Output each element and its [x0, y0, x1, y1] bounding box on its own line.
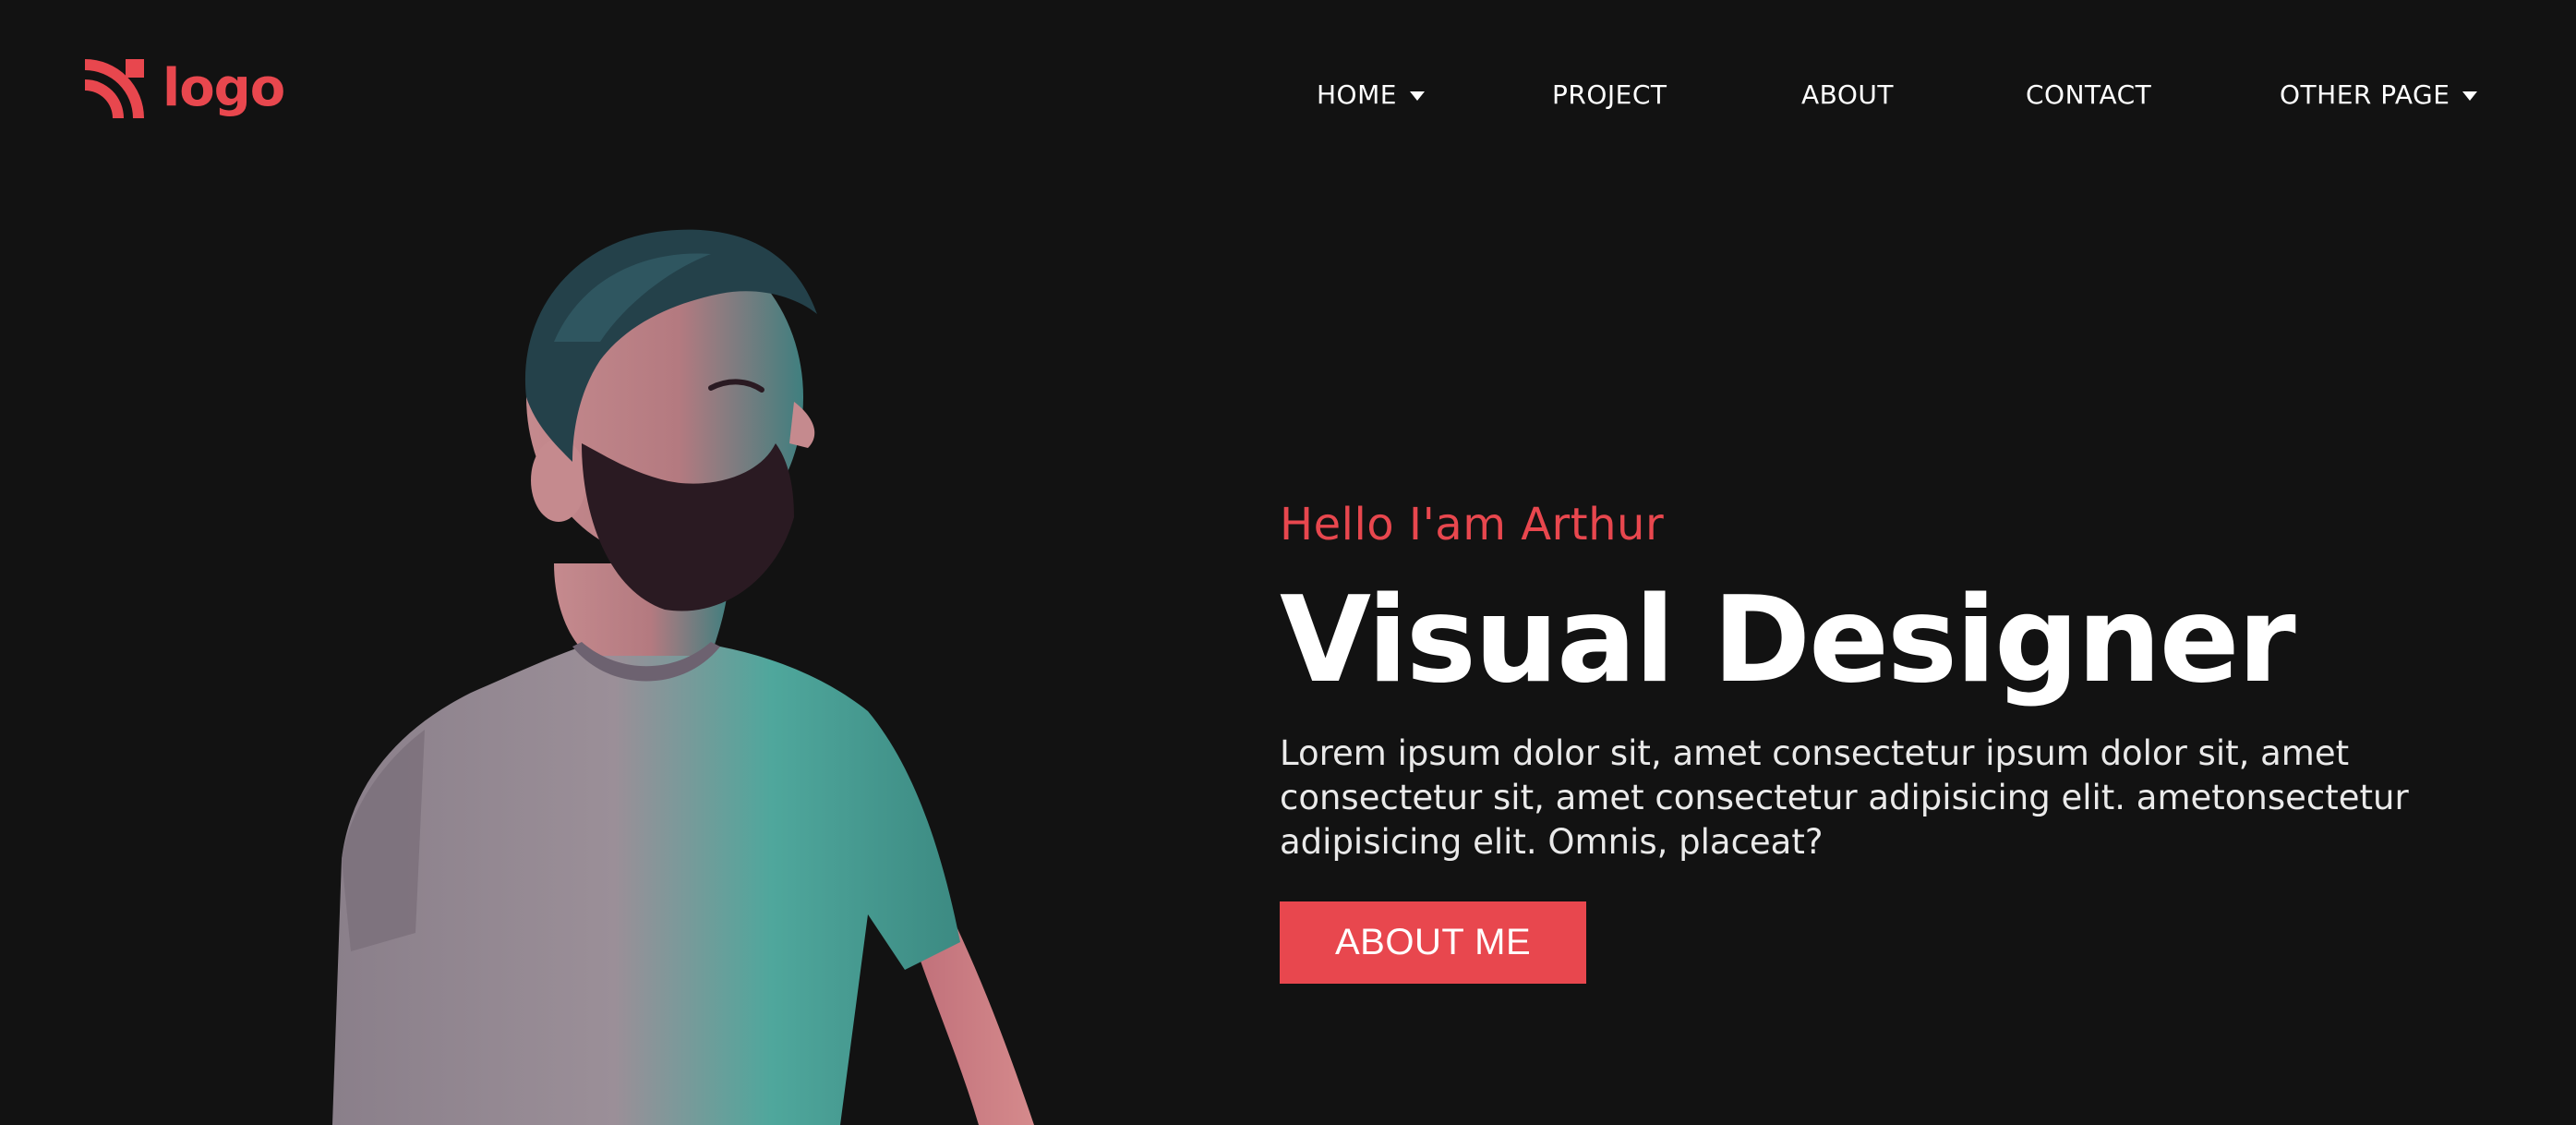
logo-icon: [85, 59, 144, 118]
nav-item-other-page[interactable]: OTHER PAGE: [2280, 79, 2478, 110]
nav-item-home[interactable]: HOME: [1317, 79, 1425, 110]
hero-greeting: Hello I'am Arthur: [1280, 499, 1665, 550]
nav-item-label: PROJECT: [1552, 79, 1667, 110]
hero-section: Hello I'am Arthur Visual Designer Lorem …: [1280, 499, 2517, 985]
caret-down-icon: [1409, 91, 1425, 101]
nav-item-label: OTHER PAGE: [2280, 79, 2450, 110]
nav-item-contact[interactable]: CONTACT: [2026, 79, 2151, 110]
caret-down-icon: [2462, 91, 2478, 101]
portrait-image: [332, 229, 1034, 1125]
hero-headline: Visual Designer: [1280, 571, 2296, 709]
logo-link[interactable]: logo: [81, 55, 285, 122]
landing-page: logo HOME PROJECT ABOUT CONTACT OTHER PA…: [0, 0, 2576, 1125]
logo-text: logo: [163, 58, 285, 118]
nav-item-about[interactable]: ABOUT: [1801, 79, 1894, 110]
nav-item-label: CONTACT: [2026, 79, 2152, 110]
hero-description: Lorem ipsum dolor sit, amet consectetur …: [1280, 733, 2409, 863]
nav-item-project[interactable]: PROJECT: [1552, 79, 1667, 110]
nav-item-label: HOME: [1317, 79, 1397, 110]
nav-item-label: ABOUT: [1801, 79, 1895, 110]
about-me-button[interactable]: ABOUT ME: [1280, 901, 1587, 985]
